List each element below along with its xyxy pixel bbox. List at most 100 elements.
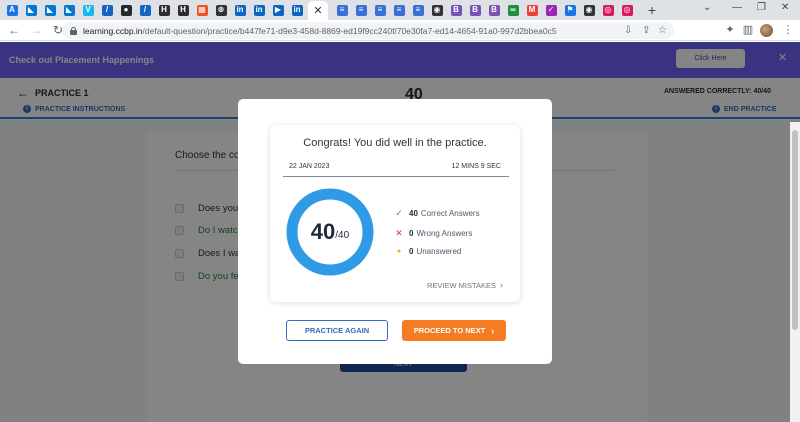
pen-icon: / [101,4,113,16]
browser-tab[interactable]: ◎ [619,2,635,18]
practice-duration: 12 MINS 9 SEC [451,163,501,170]
url-path: /default-question/practice/b447fe71-d9e3… [142,25,557,36]
linkedin-icon: in [234,4,246,16]
target-icon: ◎ [621,4,633,16]
browser-tab[interactable]: ≡ [372,2,388,18]
browser-tab[interactable]: A [4,2,20,18]
minimize-icon[interactable]: — [732,2,742,13]
browser-tab[interactable]: ◣ [23,2,39,18]
review-mistakes-link[interactable]: REVIEW MISTAKES › [427,280,503,290]
vimeo-icon: V [82,4,94,16]
proceed-to-next-button[interactable]: PROCEED TO NEXT › [402,320,506,341]
record-icon: ◉ [583,4,595,16]
browser-tab[interactable]: ◣ [42,2,58,18]
page: Check out Placement Happenings Click Her… [0,42,800,422]
install-icon[interactable]: ⇩ [624,25,632,36]
proceed-label: PROCEED TO NEXT [413,326,486,335]
scrollbar-thumb[interactable] [792,130,798,330]
browser-tab[interactable]: / [99,2,115,18]
stat-label: Unanswered [416,247,462,256]
record-icon: ◉ [431,4,443,16]
new-tab-button[interactable]: + [644,2,660,18]
restore-icon[interactable]: ❐ [757,2,766,13]
microsoft-icon: ▦ [196,4,208,16]
back-icon[interactable]: ← [6,22,22,38]
browser-tab[interactable]: B [486,2,502,18]
browser-tab[interactable]: ≡ [391,2,407,18]
ccbp-icon: ≡ [393,4,405,16]
chevron-right-icon: › [500,280,503,290]
result-modal: Congrats! You did well in the practice. … [238,99,552,364]
profile-avatar[interactable] [760,24,773,37]
close-window-icon[interactable]: ✕ [781,2,789,13]
browser-tab[interactable]: / [137,2,153,18]
circle-x-icon: ⊗ [215,4,227,16]
feather-icon: ✓ [545,4,557,16]
tab-group-left: A ◣ ◣ ◣ V / ● / H H ▦ ⊗ in in ▶ in [4,2,308,18]
url-host: learning.ccbp.in [83,25,143,36]
check-icon: ✓ [395,208,403,218]
url-text: learning.ccbp.in/default-question/practi… [83,26,557,36]
browser-tab[interactable]: ◣ [61,2,77,18]
browser-tab[interactable]: M [524,2,540,18]
practice-again-button[interactable]: PRACTICE AGAIN [286,320,388,341]
browser-tab[interactable]: in [232,2,248,18]
side-panel-icon[interactable]: ▥ [740,23,756,36]
browser-tab[interactable]: H [156,2,172,18]
flag-icon: ⚑ [564,4,576,16]
page-scrollbar[interactable] [790,122,800,422]
extensions-icon[interactable]: ✦ [722,23,738,36]
address-bar-row: ← → ↻ learning.ccbp.in/default-question/… [0,20,800,41]
browser-tab[interactable]: ⊗ [213,2,229,18]
tab-search-icon[interactable]: ⌄ [703,2,711,13]
ccbp-icon: ≡ [336,4,348,16]
browser-tab[interactable]: ≡ [353,2,369,18]
stat-row: ✕ 0 Wrong Answers [394,228,472,239]
browser-tab[interactable]: ⚑ [562,2,578,18]
menu-dots-icon[interactable]: ⋮ [780,23,796,36]
stat-row: ● 0 Unanswered [394,247,462,256]
stat-value: 0 [409,247,414,256]
azure-devops-icon: ◣ [44,4,56,16]
browser-tab[interactable]: ◎ [600,2,616,18]
browser-tab[interactable]: ▶ [270,2,286,18]
browser-tab[interactable]: ◉ [581,2,597,18]
gmail-icon: M [526,4,538,16]
share-icon[interactable]: ⇪ [642,25,650,36]
active-tab[interactable]: ✕ [308,1,328,20]
browser-tab[interactable]: ▦ [194,2,210,18]
browser-tab[interactable]: B [467,2,483,18]
lock-icon [70,26,77,35]
bootstrap-icon: B [469,4,481,16]
ccbp-icon: ≡ [374,4,386,16]
forward-icon[interactable]: → [28,22,44,38]
azure-devops-icon: ◣ [63,4,75,16]
ccbp-icon: ≡ [355,4,367,16]
browser-tab[interactable]: B [448,2,464,18]
infinity-icon: ∞ [507,4,519,16]
browser-tab-strip: A ◣ ◣ ◣ V / ● / H H ▦ ⊗ in in ▶ in ✕ ≡ ≡ ≡ ≡ ≡ ◉ B B B ∞ M ✓ ⚑ ◉ ◎ ◎ +… [0,0,800,20]
url-field[interactable]: learning.ccbp.in/default-question/practi… [62,22,674,39]
score-display: 40 /40 [286,188,374,276]
stat-row: ✓ 40 Correct Answers [394,208,479,219]
bootstrap-icon: B [450,4,462,16]
close-tab-icon[interactable]: ✕ [313,4,322,17]
browser-tab[interactable]: H [175,2,191,18]
tab-group-right: ≡ ≡ ≡ ≡ ≡ ◉ B B B ∞ M ✓ ⚑ ◉ ◎ ◎ [334,2,638,18]
browser-tab[interactable]: ≡ [410,2,426,18]
bookmark-star-icon[interactable]: ☆ [658,25,667,36]
chevron-right-icon: › [491,325,495,336]
browser-tab[interactable]: in [251,2,267,18]
stat-label: Wrong Answers [416,229,473,238]
browser-tab[interactable]: V [80,2,96,18]
dot-icon: ● [396,248,402,255]
browser-tab[interactable]: ✓ [543,2,559,18]
azure-devops-icon: ◣ [25,4,37,16]
congrats-title: Congrats! You did well in the practice. [303,137,487,149]
browser-tab[interactable]: ● [118,2,134,18]
browser-tab[interactable]: ≡ [334,2,350,18]
browser-tab[interactable]: ◉ [429,2,445,18]
browser-tab[interactable]: in [289,2,305,18]
browser-tab[interactable]: ∞ [505,2,521,18]
azure-icon: A [6,4,18,16]
